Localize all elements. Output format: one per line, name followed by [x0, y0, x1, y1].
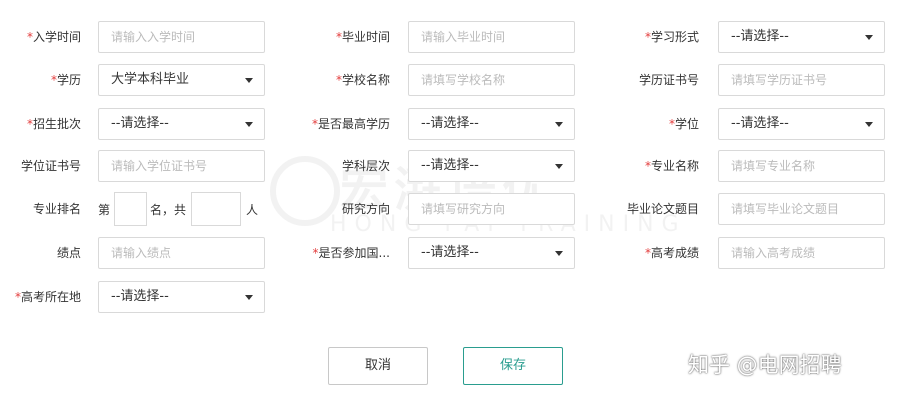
- caret-down-icon: [865, 35, 873, 40]
- cancel-button[interactable]: 取消: [328, 347, 428, 385]
- field-label-text: 学习形式: [650, 30, 699, 44]
- field-label-right: 毕业论文题目: [627, 201, 699, 217]
- text-input[interactable]: 请输入学位证书号: [98, 150, 265, 182]
- field-label-middle: 学科层次: [342, 158, 390, 174]
- text-input[interactable]: 请填写专业名称: [718, 150, 885, 182]
- input-placeholder: 请填写研究方向: [421, 202, 506, 216]
- field-label-text: 学科层次: [341, 159, 390, 173]
- rank-position-input[interactable]: [114, 192, 147, 226]
- field-label-middle: *是否参加国...: [313, 245, 390, 261]
- caret-down-icon: [555, 122, 563, 127]
- text-input[interactable]: 请填写学校名称: [408, 64, 575, 96]
- field-label-text: 招生批次: [32, 117, 81, 131]
- input-placeholder: 请填写学校名称: [421, 73, 506, 87]
- corner-watermark: 知乎 @电网招聘: [688, 353, 842, 377]
- text-input[interactable]: 请输入高考成绩: [718, 237, 885, 269]
- input-placeholder: 请输入毕业时间: [421, 30, 506, 44]
- select-dropdown[interactable]: --请选择--: [408, 237, 575, 269]
- select-dropdown[interactable]: --请选择--: [718, 21, 885, 53]
- field-label-text: 学历证书号: [638, 73, 699, 87]
- field-label-text: 入学时间: [32, 30, 81, 44]
- input-placeholder: 请输入高考成绩: [731, 246, 816, 260]
- select-dropdown[interactable]: --请选择--: [98, 281, 265, 313]
- field-label-middle: *学校名称: [336, 72, 390, 88]
- save-button[interactable]: 保存: [463, 347, 563, 385]
- caret-down-icon: [555, 164, 563, 169]
- select-value: 大学本科毕业: [111, 72, 190, 87]
- caret-down-icon: [245, 78, 253, 83]
- select-dropdown[interactable]: --请选择--: [408, 108, 575, 140]
- field-label-right: *学位: [669, 116, 699, 132]
- field-label-text: 高考成绩: [650, 246, 699, 260]
- field-label-text: 学校名称: [341, 73, 390, 87]
- field-label-left: 绩点: [57, 245, 81, 261]
- field-label-text: 毕业时间: [341, 30, 390, 44]
- select-dropdown[interactable]: --请选择--: [98, 108, 265, 140]
- field-label-text: 研究方向: [341, 202, 390, 216]
- field-label-text: 专业名称: [650, 159, 699, 173]
- text-input[interactable]: 请填写毕业论文题目: [718, 193, 885, 225]
- watermark-circle-icon: [270, 156, 340, 226]
- field-label-left: 专业排名: [33, 201, 81, 217]
- rank-middle-text: 名，共: [150, 203, 187, 217]
- caret-down-icon: [865, 122, 873, 127]
- rank-total-input[interactable]: [191, 192, 241, 226]
- input-placeholder: 请填写专业名称: [731, 159, 816, 173]
- input-placeholder: 请输入学位证书号: [111, 159, 208, 173]
- field-label-right: 学历证书号: [639, 72, 699, 88]
- field-label-text: 专业排名: [32, 202, 81, 216]
- select-value: --请选择--: [421, 158, 479, 173]
- field-label-right: *高考成绩: [645, 245, 699, 261]
- caret-down-icon: [245, 295, 253, 300]
- select-dropdown[interactable]: --请选择--: [718, 108, 885, 140]
- field-label-middle: *毕业时间: [336, 29, 390, 45]
- field-label-middle: 研究方向: [342, 201, 390, 217]
- select-value: --请选择--: [421, 245, 479, 260]
- select-value: --请选择--: [421, 116, 479, 131]
- select-value: --请选择--: [111, 116, 169, 131]
- input-placeholder: 请输入绩点: [111, 246, 172, 260]
- text-input[interactable]: 请输入入学时间: [98, 21, 265, 53]
- rank-prefix-text: 第: [98, 203, 111, 217]
- select-value: --请选择--: [111, 289, 169, 304]
- text-input[interactable]: 请输入绩点: [98, 237, 265, 269]
- rank-suffix-text: 人: [246, 203, 259, 217]
- field-label-text: 学位: [674, 117, 699, 131]
- field-label-text: 学位证书号: [20, 159, 81, 173]
- field-label-right: *专业名称: [645, 158, 699, 174]
- text-input[interactable]: 请填写研究方向: [408, 193, 575, 225]
- input-placeholder: 请输入入学时间: [111, 30, 196, 44]
- select-dropdown[interactable]: --请选择--: [408, 150, 575, 182]
- field-label-left: 学位证书号: [21, 158, 81, 174]
- field-label-left: *学历: [51, 72, 81, 88]
- caret-down-icon: [245, 122, 253, 127]
- field-label-text: 是否参加国...: [318, 246, 390, 260]
- field-label-right: *学习形式: [645, 29, 699, 45]
- text-input[interactable]: 请输入毕业时间: [408, 21, 575, 53]
- text-input[interactable]: 请填写学历证书号: [718, 64, 885, 96]
- input-placeholder: 请填写学历证书号: [731, 73, 828, 87]
- field-label-text: 毕业论文题目: [626, 202, 699, 216]
- field-label-middle: *是否最高学历: [312, 116, 390, 132]
- select-dropdown[interactable]: 大学本科毕业: [98, 64, 265, 96]
- field-label-left: *招生批次: [27, 116, 81, 132]
- field-label-left: *入学时间: [27, 29, 81, 45]
- select-value: --请选择--: [731, 29, 789, 44]
- field-label-text: 是否最高学历: [317, 117, 390, 131]
- select-value: --请选择--: [731, 116, 789, 131]
- caret-down-icon: [555, 251, 563, 256]
- field-label-left: *高考所在地: [15, 289, 81, 305]
- field-label-text: 绩点: [56, 246, 81, 260]
- field-label-text: 高考所在地: [20, 290, 81, 304]
- field-label-text: 学历: [56, 73, 81, 87]
- input-placeholder: 请填写毕业论文题目: [731, 202, 840, 216]
